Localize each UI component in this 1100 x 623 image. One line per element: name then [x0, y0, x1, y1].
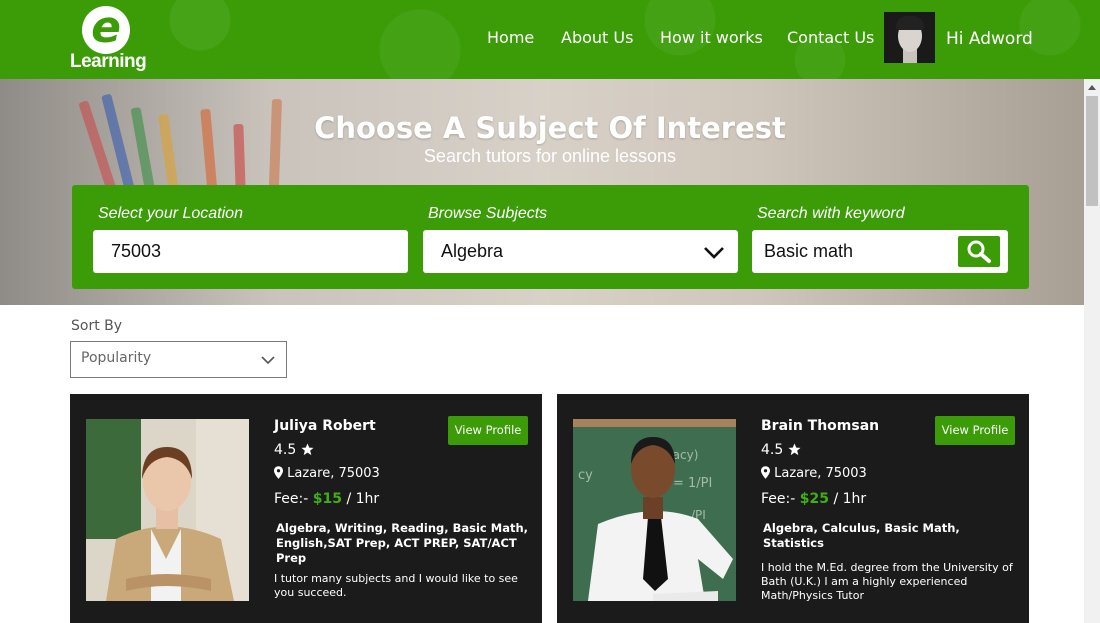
search-icon [967, 240, 991, 263]
svg-text:cy: cy [578, 468, 593, 483]
tutor-fee: Fee:- $25 / 1hr [761, 491, 866, 507]
keyword-label: Search with keyword [757, 205, 905, 222]
tutor-subjects: Algebra, Writing, Reading, Basic Math, E… [276, 521, 529, 565]
site-logo[interactable]: e Learning [68, 2, 148, 74]
tutor-rating: 4.5 [274, 442, 314, 458]
tutor-location: Lazare, 75003 [274, 466, 380, 481]
top-header: e Learning Home About Us How it works Co… [0, 0, 1100, 79]
tutor-fee: Fee:- $15 / 1hr [274, 491, 379, 507]
tutor-name[interactable]: Juliya Robert [274, 418, 376, 434]
rating-value: 4.5 [274, 442, 297, 458]
chevron-down-icon [261, 356, 275, 365]
star-icon [788, 443, 801, 456]
tutor-name[interactable]: Brain Thomsan [761, 418, 879, 434]
user-avatar[interactable] [884, 12, 935, 63]
page-scrollbar[interactable] [1084, 79, 1100, 623]
tutor-bio: I hold the M.Ed. degree from the Univers… [761, 561, 1013, 602]
nav-about-us[interactable]: About Us [561, 28, 633, 47]
chevron-down-icon [704, 247, 724, 259]
fee-price: $15 [312, 491, 342, 507]
nav-home[interactable]: Home [487, 28, 534, 47]
location-value: 75003 [111, 241, 162, 261]
keyword-input[interactable]: Basic math [752, 230, 1008, 273]
nav-how-it-works[interactable]: How it works [660, 28, 763, 47]
rating-value: 4.5 [761, 442, 784, 458]
tutor-card: Juliya Robert 4.5 Lazare, 75003 Fee:- $1… [70, 394, 542, 623]
search-panel: Select your Location 75003 Browse Subjec… [72, 185, 1029, 289]
sort-value: Popularity [81, 350, 152, 366]
logo-text: Learning [70, 51, 147, 72]
subject-value: Algebra [441, 241, 504, 261]
view-profile-button[interactable]: View Profile [448, 416, 528, 445]
fee-suffix: / 1hr [346, 491, 380, 507]
tutor-photo: (acy) = 1/PI cy /PI [573, 419, 736, 601]
map-pin-icon [274, 466, 283, 479]
keyword-value: Basic math [764, 241, 854, 261]
tutor-subjects: Algebra, Calculus, Basic Math, Statistic… [763, 521, 960, 550]
tutor-rating: 4.5 [761, 442, 801, 458]
view-profile-button[interactable]: View Profile [935, 416, 1015, 445]
logo-letter: e [91, 2, 121, 53]
tutor-photo [86, 419, 249, 601]
fee-suffix: / 1hr [833, 491, 867, 507]
sort-select[interactable]: Popularity [70, 341, 287, 378]
location-text: Lazare, 75003 [774, 466, 867, 481]
tutor-bio: I tutor many subjects and I would like t… [274, 572, 518, 599]
scroll-up-arrow[interactable] [1088, 85, 1096, 90]
user-greeting[interactable]: Hi Adword [946, 29, 1033, 49]
location-label: Select your Location [98, 205, 243, 222]
star-icon [301, 443, 314, 456]
scroll-thumb[interactable] [1086, 96, 1098, 206]
location-input[interactable]: 75003 [93, 230, 408, 273]
page-title: Choose A Subject Of Interest [314, 111, 786, 145]
subject-label: Browse Subjects [428, 205, 548, 222]
subject-select[interactable]: Algebra [423, 230, 738, 273]
tutor-location: Lazare, 75003 [761, 466, 867, 481]
search-button[interactable] [958, 236, 1000, 267]
nav-contact-us[interactable]: Contact Us [787, 28, 874, 47]
fee-prefix: Fee:- [761, 491, 796, 507]
fee-prefix: Fee:- [274, 491, 309, 507]
fee-price: $25 [799, 491, 829, 507]
tutor-card: (acy) = 1/PI cy /PI Brain Thomsan 4.5 La… [557, 394, 1029, 623]
sort-label: Sort By [71, 318, 123, 334]
location-text: Lazare, 75003 [287, 466, 380, 481]
map-pin-icon [761, 466, 770, 479]
svg-text:= 1/PI: = 1/PI [673, 476, 712, 491]
page-subtitle: Search tutors for online lessons [423, 146, 677, 166]
